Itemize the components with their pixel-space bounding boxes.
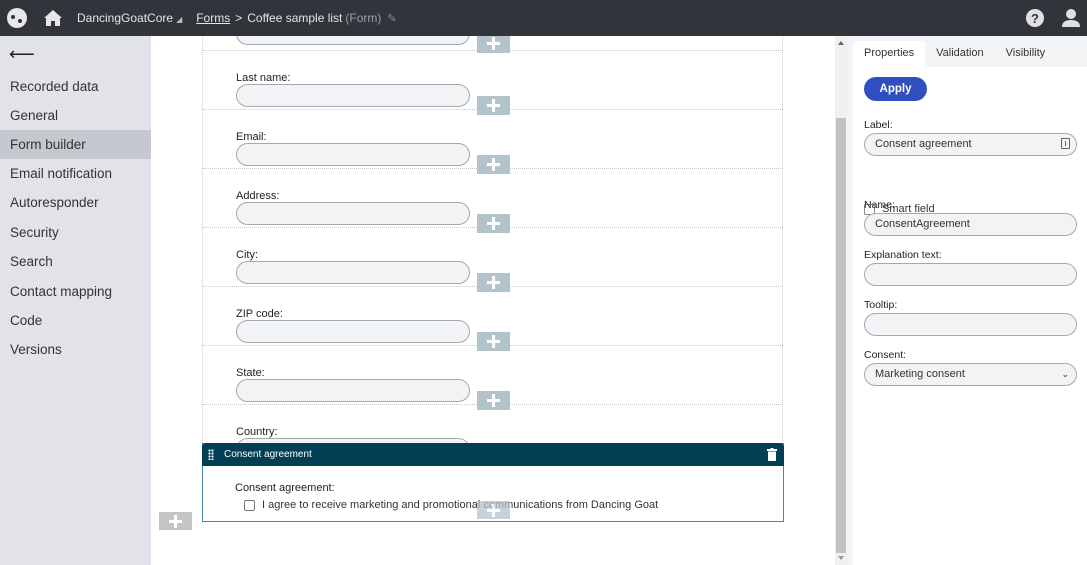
last-name-input[interactable] [236,84,470,107]
form-field-label: City: [236,249,258,261]
sidebar-item-versions[interactable]: Versions [0,335,151,364]
help-icon[interactable]: ? [1026,9,1044,27]
sidebar-item-general[interactable]: General [0,101,151,130]
form-field-label: Country: [236,426,278,438]
canvas-scrollbar[interactable] [835,36,847,565]
add-widget-button[interactable] [477,501,510,519]
sidebar: ⟵ Recorded data General Form builder Ema… [0,36,151,565]
address-input[interactable] [236,202,470,225]
tooltip-input[interactable] [864,313,1077,336]
breadcrumb-current: Coffee sample list [247,11,343,25]
breadcrumb-separator: > [235,11,243,25]
drag-handle-icon[interactable] [208,449,214,460]
kentico-logo-icon[interactable] [7,8,27,28]
breadcrumb-type: (Form) [345,11,382,25]
sidebar-item-autoresponder[interactable]: Autoresponder [0,188,151,217]
form-field-label: ZIP code: [236,308,283,320]
back-arrow-icon[interactable]: ⟵ [9,44,35,65]
label-field-label: Label: [864,119,893,131]
sidebar-item-recorded-data[interactable]: Recorded data [0,72,151,101]
apply-button[interactable]: Apply [864,77,927,101]
consent-text: I agree to receive marketing and promoti… [262,499,659,511]
sidebar-item-code[interactable]: Code [0,306,151,335]
trash-icon[interactable] [767,448,777,461]
consent-select[interactable]: Marketing consent ⌄ [864,363,1077,386]
name-input[interactable]: ConsentAgreement [864,213,1077,236]
explanation-text-label: Explanation text: [864,249,942,261]
properties-panel: Properties Validation Visibility Apply L… [847,36,1087,565]
top-bar: DancingGoatCore ◢ Forms > Coffee sample l… [0,0,1087,36]
tab-properties[interactable]: Properties [853,41,926,67]
consent-select-value: Marketing consent [875,368,965,380]
form-field-row[interactable]: City: [203,228,783,292]
name-field-label: Name: [864,199,895,211]
label-input-value: Consent agreement [875,138,972,150]
sidebar-item-email-notification[interactable]: Email notification [0,159,151,188]
state-input[interactable] [236,379,470,402]
city-input[interactable] [236,261,470,284]
form-field-row[interactable] [203,36,783,53]
tab-visibility[interactable]: Visibility [995,41,1057,67]
consent-field-label: Consent agreement: [235,482,335,494]
panel-body: Apply Label: Consent agreement Smart fie… [853,67,1087,565]
sidebar-item-security[interactable]: Security [0,218,151,247]
breadcrumb-forms-link[interactable]: Forms [196,11,230,25]
tooltip-label: Tooltip: [864,299,898,311]
chevron-down-icon: ⌄ [1061,369,1069,379]
form-field-label: State: [236,367,265,379]
label-input[interactable]: Consent agreement [864,133,1077,156]
form-field-row[interactable]: Address: [203,169,783,233]
zip-code-input[interactable] [236,320,470,343]
consent-agreement-widget[interactable]: Consent agreement Consent agreement: I a… [202,443,784,522]
scrollbar-thumb[interactable] [836,118,846,553]
form-field-row[interactable]: State: [203,346,783,410]
localization-icon[interactable] [1061,138,1070,149]
form-field-label: Last name: [236,72,291,84]
home-icon[interactable] [43,9,63,27]
site-caret-icon: ◢ [176,15,183,24]
form-field-label: Email: [236,131,267,143]
pin-icon[interactable]: ✎ [387,12,396,25]
consent-checkbox-row[interactable]: I agree to receive marketing and promoti… [244,499,658,511]
sidebar-item-form-builder[interactable]: Form builder [0,130,151,159]
scroll-up-icon[interactable] [838,41,844,45]
user-icon[interactable] [1061,8,1081,28]
sidebar-item-contact-mapping[interactable]: Contact mapping [0,277,151,306]
explanation-text-input[interactable] [864,263,1077,286]
sidebar-item-search[interactable]: Search [0,247,151,276]
form-field-row[interactable]: Last name: [203,51,783,115]
consent-checkbox[interactable] [244,499,255,511]
form-field-row[interactable]: Email: [203,110,783,174]
form-field-input[interactable] [236,36,470,45]
form-builder-canvas: Last name: Email: Address: City: ZIP cod… [151,36,835,565]
scroll-down-icon[interactable] [838,556,844,560]
widget-title: Consent agreement [224,449,312,460]
site-name: DancingGoatCore [77,11,174,25]
tab-validation[interactable]: Validation [925,41,995,67]
form-field-row[interactable]: ZIP code: [203,287,783,351]
widget-header: Consent agreement [202,443,784,466]
panel-tabs: Properties Validation Visibility [853,41,1056,67]
site-selector[interactable]: DancingGoatCore ◢ [77,11,182,25]
consent-label: Consent: [864,349,907,361]
name-input-value: ConsentAgreement [875,218,970,230]
form-field-label: Address: [236,190,280,202]
email-input[interactable] [236,143,470,166]
add-section-button[interactable] [159,512,192,530]
